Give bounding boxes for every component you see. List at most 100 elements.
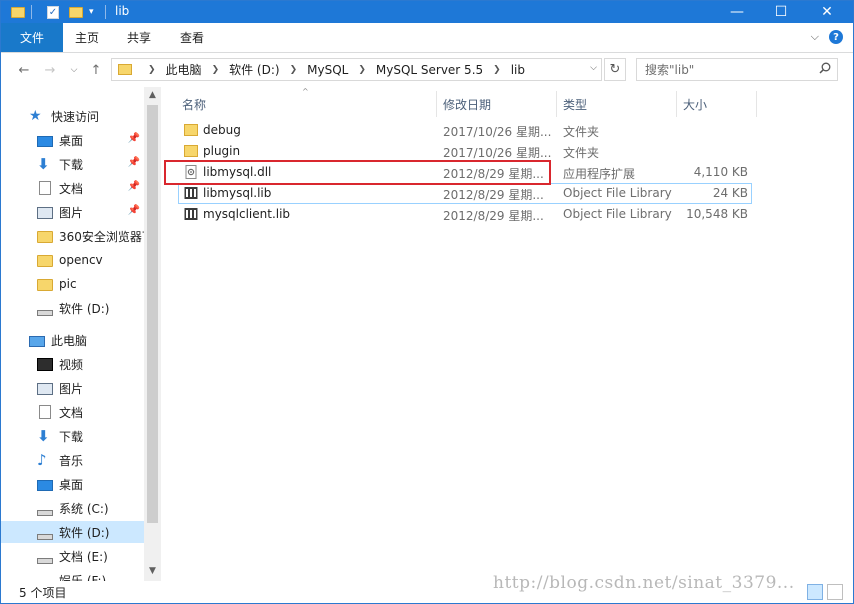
column-divider[interactable]	[556, 91, 557, 117]
sidebar-item-360-browser[interactable]: 360安全浏览器下	[1, 225, 144, 247]
file-type: Object File Library	[563, 207, 672, 221]
star-icon: ★	[29, 108, 42, 124]
sidebar-item-label: 360安全浏览器下	[59, 229, 144, 244]
file-row-mysqlclient-lib[interactable]: mysqlclient.lib 2012/8/29 星期... Object F…	[178, 204, 752, 225]
pin-icon[interactable]: 📌	[128, 157, 140, 168]
column-divider[interactable]	[756, 91, 757, 117]
chevron-down-icon[interactable]: ⌵	[590, 63, 597, 73]
sidebar-item-pictures[interactable]: 图片 📌	[1, 201, 144, 223]
help-icon[interactable]: ?	[829, 30, 843, 44]
chevron-right-icon[interactable]: ❯	[148, 65, 156, 75]
column-header-type[interactable]: 类型	[563, 91, 587, 117]
sidebar-item-drive-f[interactable]: 娱乐 (F:)	[1, 569, 144, 582]
scroll-up-icon[interactable]: ▲	[144, 87, 161, 103]
search-input[interactable]: 搜索"lib"	[636, 58, 838, 81]
file-date: 2017/10/26 星期...	[443, 146, 552, 160]
sidebar-item-desktop[interactable]: 桌面 📌	[1, 129, 144, 151]
search-placeholder: 搜索"lib"	[645, 63, 695, 77]
sidebar-item-drive-c[interactable]: 系统 (C:)	[1, 497, 144, 519]
maximize-button[interactable]: ☐	[759, 1, 803, 23]
sidebar-item-drive-d-quick[interactable]: 软件 (D:)	[1, 297, 144, 319]
breadcrumb-mysql-server[interactable]: MySQL Server 5.5	[376, 63, 483, 77]
customize-quick-access-icon[interactable]: ▾	[89, 7, 94, 17]
sidebar-item-drive-e[interactable]: 文档 (E:)	[1, 545, 144, 567]
details-view-icon[interactable]	[807, 584, 823, 600]
sidebar-item-quick-access[interactable]: ★ 快速访问	[1, 105, 144, 127]
file-row-plugin[interactable]: plugin 2017/10/26 星期... 文件夹	[178, 141, 752, 162]
file-row-libmysql-lib[interactable]: libmysql.lib 2012/8/29 星期... Object File…	[178, 183, 752, 204]
sidebar-item-pc-documents[interactable]: 文档	[1, 401, 144, 423]
ribbon: 文件 主页 共享 查看 ⌵ ?	[1, 23, 853, 53]
chevron-right-icon[interactable]: ❯	[493, 65, 501, 75]
sidebar-item-pc-downloads[interactable]: ⬇ 下载	[1, 425, 144, 447]
file-date: 2012/8/29 星期...	[443, 188, 544, 202]
video-icon	[37, 357, 53, 371]
sidebar-item-drive-d[interactable]: 软件 (D:)	[1, 521, 144, 543]
properties-icon[interactable]: ✓	[47, 5, 59, 19]
column-header-size[interactable]: 大小	[683, 91, 707, 117]
sidebar-item-this-pc[interactable]: 此电脑	[1, 329, 144, 351]
tab-home[interactable]: 主页	[75, 23, 99, 52]
sidebar-item-opencv[interactable]: opencv	[1, 249, 144, 271]
sidebar-item-label: 图片	[59, 381, 84, 396]
up-arrow-icon[interactable]: ↑	[87, 61, 105, 79]
column-divider[interactable]	[676, 91, 677, 117]
file-size: 24 KB	[712, 186, 748, 200]
sidebar-item-label: 文档 (E:)	[59, 549, 108, 564]
tab-view[interactable]: 查看	[180, 23, 204, 52]
sidebar-scrollbar[interactable]: ▲ ▼	[144, 87, 161, 581]
breadcrumb-mysql[interactable]: MySQL	[307, 63, 348, 77]
pin-icon[interactable]: 📌	[128, 181, 140, 192]
expand-ribbon-icon[interactable]: ⌵	[811, 30, 819, 44]
desktop-icon	[37, 135, 53, 147]
tab-share[interactable]: 共享	[127, 23, 151, 52]
sidebar-item-pic[interactable]: pic	[1, 273, 144, 295]
sidebar-item-label: 文档	[59, 181, 84, 196]
large-icons-view-icon[interactable]	[827, 584, 843, 600]
breadcrumb-drive-d[interactable]: 软件 (D:)	[229, 61, 279, 78]
tab-file[interactable]: 文件	[1, 23, 63, 52]
column-divider[interactable]	[436, 91, 437, 117]
refresh-button[interactable]: ↻	[604, 58, 626, 81]
sidebar-item-label: 下载	[59, 429, 84, 444]
close-button[interactable]: ✕	[805, 1, 849, 23]
file-row-debug[interactable]: debug 2017/10/26 星期... 文件夹	[178, 120, 752, 141]
file-size: 4,110 KB	[693, 165, 748, 179]
minimize-button[interactable]: —	[715, 1, 759, 23]
folder-icon[interactable]	[11, 6, 25, 18]
column-header-name[interactable]: 名称	[182, 91, 206, 117]
new-folder-icon[interactable]	[69, 6, 83, 18]
folder-icon	[118, 64, 132, 75]
lib-icon	[184, 187, 198, 199]
recent-locations-icon[interactable]: ⌵	[65, 61, 83, 79]
sidebar-item-label: 下载	[59, 157, 84, 172]
folder-icon	[184, 145, 198, 157]
explorer-window: ✓ ▾ lib — ☐ ✕ 文件 主页 共享 查看 ⌵ ? ← → ⌵ ↑ ❯ …	[0, 0, 854, 604]
scrollbar-thumb[interactable]	[147, 105, 158, 523]
sidebar-item-documents[interactable]: 文档 📌	[1, 177, 144, 199]
sidebar-item-label: 软件 (D:)	[59, 301, 110, 316]
computer-icon	[29, 335, 45, 347]
navigation-bar: ← → ⌵ ↑ ❯ 此电脑 ❯ 软件 (D:) ❯ MySQL ❯ MySQL …	[1, 54, 853, 86]
sidebar-item-pc-pictures[interactable]: 图片	[1, 377, 144, 399]
chevron-right-icon[interactable]: ❯	[358, 65, 366, 75]
sidebar-item-pc-desktop[interactable]: 桌面	[1, 473, 144, 495]
breadcrumb-this-pc[interactable]: 此电脑	[166, 61, 202, 78]
sidebar-item-downloads[interactable]: ⬇ 下载 📌	[1, 153, 144, 175]
column-header-date[interactable]: 修改日期	[443, 91, 491, 117]
scroll-down-icon[interactable]: ▼	[144, 563, 161, 579]
pin-icon[interactable]: 📌	[128, 133, 140, 144]
address-bar[interactable]: ❯ 此电脑 ❯ 软件 (D:) ❯ MySQL ❯ MySQL Server 5…	[111, 58, 602, 81]
sidebar-item-videos[interactable]: 视频	[1, 353, 144, 375]
forward-arrow-icon[interactable]: →	[41, 61, 59, 79]
file-type: 文件夹	[563, 146, 600, 160]
title-bar: ✓ ▾ lib — ☐ ✕	[1, 1, 853, 23]
breadcrumb-lib[interactable]: lib	[511, 63, 525, 77]
picture-icon	[37, 383, 53, 395]
sidebar-item-label: 图片	[59, 205, 84, 220]
chevron-right-icon[interactable]: ❯	[290, 65, 298, 75]
chevron-right-icon[interactable]: ❯	[212, 65, 220, 75]
back-arrow-icon[interactable]: ←	[15, 61, 33, 79]
pin-icon[interactable]: 📌	[128, 205, 140, 216]
sidebar-item-music[interactable]: ♪ 音乐	[1, 449, 144, 471]
